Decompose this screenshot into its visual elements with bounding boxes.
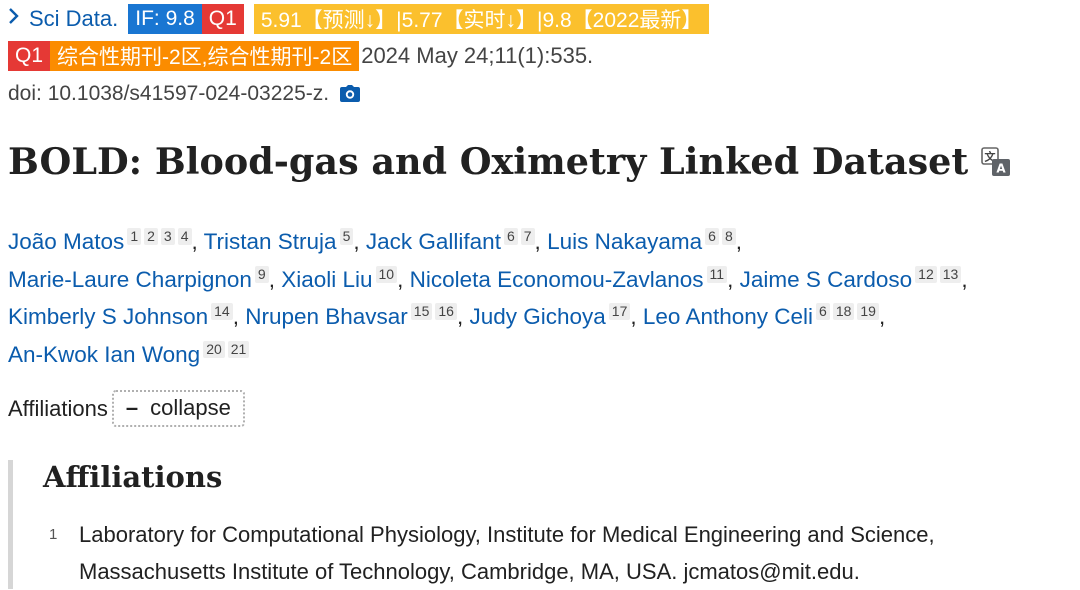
affiliations-label: Affiliations (8, 395, 108, 421)
journal-link[interactable]: Sci Data. (8, 6, 118, 32)
journal-name: Sci Data. (29, 6, 119, 31)
affiliation-ref[interactable]: 15 (410, 303, 433, 320)
author-link[interactable]: Marie-Laure Charpignon (8, 267, 252, 292)
if-prediction-badge: 5.91【预测↓】|5.77【实时↓】|9.8【2022最新】 (253, 4, 710, 34)
affiliation-ref[interactable]: 6 (503, 228, 518, 245)
affiliation-ref[interactable]: 17 (608, 303, 631, 320)
affiliation-ref[interactable]: 13 (939, 265, 962, 283)
author-link[interactable]: Nrupen Bhavsar (245, 304, 408, 329)
category-badge: 综合性期刊-2区,综合性期刊-2区 (50, 41, 360, 71)
article-header: Sci Data. IF: 9.8 Q1 5.91【预测↓】|5.77【实时↓】… (0, 0, 1080, 589)
citation-line: Q1 综合性期刊-2区,综合性期刊-2区 2024 May 24;11(1):5… (8, 40, 593, 72)
minus-icon: – (125, 395, 139, 420)
author-separator: , (232, 304, 246, 329)
affiliation-ref[interactable]: 19 (857, 303, 879, 320)
author-separator: , (268, 266, 282, 292)
author-separator: , (727, 266, 740, 292)
author-link[interactable]: Xiaoli Liu (281, 267, 372, 292)
affiliation-ref[interactable]: 6 (705, 228, 719, 245)
translate-icon[interactable]: 文 A (980, 146, 1012, 178)
affiliation-number: 1 (49, 526, 58, 543)
affiliation-ref[interactable]: 20 (203, 340, 225, 358)
affiliation-text-line: Laboratory for Computational Physiology,… (79, 522, 935, 547)
affiliation-ref[interactable]: 5 (339, 228, 354, 245)
citation-line: Sci Data. IF: 9.8 Q1 5.91【预测↓】|5.77【实时↓】… (8, 3, 710, 35)
affiliation-ref[interactable]: 10 (375, 265, 398, 283)
author-link[interactable]: An-Kwok Ian Wong (8, 342, 200, 367)
cas-quartile-badge: Q1 (8, 41, 51, 71)
affiliation-ref[interactable]: 6 (816, 303, 830, 320)
author-separator: , (878, 304, 886, 329)
camera-icon[interactable] (339, 85, 361, 103)
svg-text:A: A (997, 161, 1007, 175)
impact-factor-badge: IF: 9.8 (128, 4, 202, 34)
affiliation-ref[interactable]: 1 (127, 228, 142, 245)
author-link[interactable]: Jack Gallifant (366, 229, 501, 254)
affiliation-ref[interactable]: 18 (832, 303, 855, 320)
author-separator: , (191, 229, 204, 254)
author-link[interactable]: João Matos (8, 229, 124, 254)
article-title-row: BOLD: Blood-gas and Oximetry Linked Data… (8, 140, 1012, 183)
quartile-badge: Q1 (201, 4, 244, 34)
author-link[interactable]: Judy Gichoya (469, 304, 605, 329)
affiliation-ref[interactable]: 12 (915, 265, 937, 283)
author-link[interactable]: Tristan Struja (204, 229, 337, 254)
author-separator: , (630, 304, 643, 329)
affiliation-text-line: Massachusetts Institute of Technology, C… (79, 559, 860, 584)
article-title: BOLD: Blood-gas and Oximetry Linked Data… (8, 140, 969, 183)
author-separator: , (353, 229, 366, 254)
affiliations-panel: Affiliations 1 Laboratory for Computatio… (8, 460, 1077, 589)
publication-date: 2024 May 24;11(1):535. (361, 43, 594, 68)
author-separator: , (534, 229, 548, 254)
affiliation-ref[interactable]: 21 (227, 340, 250, 358)
affiliation-ref[interactable]: 8 (721, 228, 736, 245)
chevron-right-icon (8, 7, 19, 31)
author-separator: , (397, 266, 410, 292)
affiliations-heading: Affiliations (43, 460, 223, 494)
author-separator: , (961, 266, 968, 292)
author-link[interactable]: Kimberly S Johnson (8, 304, 208, 329)
affiliation-item: 1 Laboratory for Computational Physiolog… (49, 516, 1059, 590)
affiliation-ref[interactable]: 9 (254, 265, 269, 283)
author-separator: , (735, 229, 742, 254)
affiliation-ref[interactable]: 4 (177, 228, 192, 245)
doi-text: doi: 10.1038/s41597-024-03225-z. (8, 82, 330, 105)
collapse-button[interactable]: – collapse (111, 390, 245, 427)
affiliation-ref[interactable]: 7 (520, 228, 535, 245)
affiliation-ref[interactable]: 11 (706, 265, 728, 283)
collapse-label: collapse (150, 395, 231, 420)
affiliation-ref[interactable]: 2 (144, 228, 158, 245)
affiliation-ref[interactable]: 14 (211, 303, 233, 320)
author-list: João Matos 1 2 3 4, Tristan Struja 5, Jack Ga… (8, 223, 1076, 373)
affiliation-ref[interactable]: 16 (435, 303, 457, 320)
affiliations-toggle-row: Affiliations – collapse (8, 390, 245, 427)
author-link[interactable]: Leo Anthony Celi (643, 304, 813, 329)
author-link[interactable]: Jaime S Cardoso (740, 267, 913, 292)
author-link[interactable]: Nicoleta Economou-Zavlanos (410, 267, 704, 292)
doi-line: doi: 10.1038/s41597-024-03225-z. (8, 80, 361, 108)
author-link[interactable]: Luis Nakayama (547, 229, 702, 254)
author-separator: , (456, 304, 470, 329)
affiliation-ref[interactable]: 3 (160, 228, 175, 245)
